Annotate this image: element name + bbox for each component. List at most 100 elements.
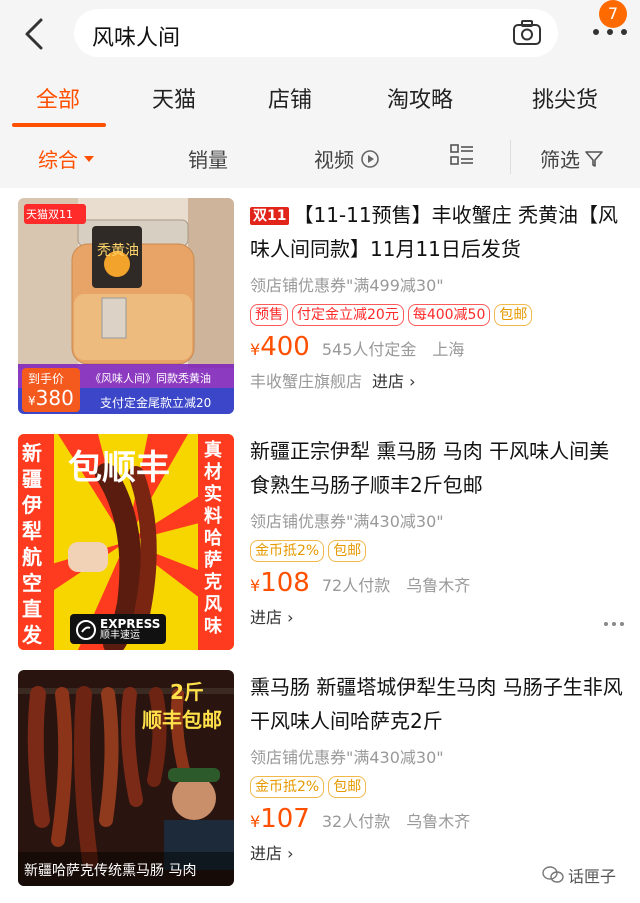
product-title-text: 【11-11预售】丰收蟹庄 秃黄油【风味人间同款】11月11日后发货 [250,203,618,261]
sf-express-logo-icon [76,620,96,640]
promo-right-text: 真材实料哈萨克风味 [204,440,222,637]
enter-store-link[interactable]: 进店 › [372,368,416,392]
list-layout-icon [450,144,473,165]
list-item[interactable]: 天猫双11 秃黄油 《风味人间》同款秃黄油 到手价 ¥ 380 支付定金尾款立减… [0,188,640,423]
currency-symbol: ¥ [250,340,261,359]
chevron-left-icon [25,18,43,50]
store-coupon[interactable]: 领店铺优惠券"满499减30" [250,272,626,296]
enter-store-link[interactable]: 进店 › [250,840,294,864]
list-item[interactable]: 2斤 顺丰包邮 新疆哈萨克传统熏马肠 马肉 熏马肠 新疆塔城伊犁生马肉 马肠子生… [0,660,640,895]
active-tab-indicator [12,123,106,127]
product-list: 天猫双11 秃黄油 《风味人间》同款秃黄油 到手价 ¥ 380 支付定金尾款立减… [0,188,640,903]
watermark-text: 话匣子 [568,867,617,886]
enter-store-label: 进店 [372,372,405,391]
back-button[interactable] [14,14,54,54]
sort-video[interactable]: 视频 [314,144,380,173]
product-image[interactable]: 天猫双11 秃黄油 《风味人间》同款秃黄油 到手价 ¥ 380 支付定金尾款立减… [18,198,234,414]
list-item[interactable]: 包顺丰 新疆伊犁航空直发 真材实料哈萨克风味 EXPRESS 顺丰速运 新疆正宗… [0,424,640,659]
watermark: 话匣子 [542,862,638,888]
sort-video-label: 视频 [314,148,354,172]
tag-free-shipping: 包邮 [328,776,367,798]
top-bar: 风味人间 7 全部 天猫 店铺 淘攻略 挑尖货 综合 销量 视频 筛选 [0,0,640,188]
promo-headline: 包顺丰 [68,448,170,488]
category-tabs: 全部 天猫 店铺 淘攻略 挑尖货 [0,72,640,130]
tmall-double11-corner: 天猫双11 [26,208,73,221]
promo-shipping: 顺丰包邮 [142,708,222,732]
divider [510,140,511,174]
product-info: 双11 【11-11预售】丰收蟹庄 秃黄油【风味人间同款】11月11日后发货 领店… [250,198,626,392]
shop-name[interactable]: 丰收蟹庄旗舰店 [250,368,362,392]
express-label: EXPRESS [100,617,161,631]
tag-free-shipping: 包邮 [328,540,367,562]
product-title[interactable]: 双11 【11-11预售】丰收蟹庄 秃黄油【风味人间同款】11月11日后发货 [250,198,626,266]
currency-symbol: ¥ [28,394,36,408]
product-title[interactable]: 新疆正宗伊犁 熏马肠 马肉 干风味人间美食熟生马肠子顺丰2斤包邮 [250,434,626,502]
location: 乌鲁木齐 [406,576,471,595]
store-coupon[interactable]: 领店铺优惠券"满430减30" [250,508,626,532]
tag-coin-deduct: 金币抵2% [250,776,325,798]
double11-badge: 双11 [250,207,290,225]
search-bar[interactable]: 风味人间 [74,9,558,57]
camera-icon[interactable] [512,19,542,47]
filter-label: 筛选 [540,148,580,172]
product-info: 熏马肠 新疆塔城伊犁生马肉 马肠子生非风干风味人间哈萨克2斤 领店铺优惠券"满4… [250,670,626,864]
jar-label: 秃黄油 [97,243,139,259]
tag-spend-discount: 每400减50 [407,304,491,326]
thumb-caption: 《风味人间》同款秃黄油 [90,372,211,385]
play-circle-icon [361,149,379,168]
location: 上海 [432,340,465,359]
thumb-bottom-note: 支付定金尾款立减20 [100,396,212,410]
sort-comprehensive-label: 综合 [38,148,78,172]
tab-all[interactable]: 全部 [36,82,80,114]
sales-count: 72人付款 [321,576,391,595]
tag-presale: 预售 [250,304,288,326]
enter-store-link[interactable]: 进店 › [250,604,294,628]
deposit-label: 到手价 [28,372,65,386]
promo-tags: 金币抵2% 包邮 [250,776,626,798]
enter-store-label: 进店 [250,844,283,863]
sort-sales[interactable]: 销量 [188,144,228,173]
sales-count: 545人付定金 [321,340,417,359]
tab-stores[interactable]: 店铺 [268,82,312,114]
shop-line: 进店 › [250,604,626,628]
store-coupon[interactable]: 领店铺优惠券"满430减30" [250,744,626,768]
promo-weight: 2斤 [170,680,204,704]
promo-left-text: 新疆伊犁航空直发 [22,441,42,647]
more-dots-icon [593,29,599,35]
more-options-icon[interactable] [604,622,624,628]
currency-symbol: ¥ [250,576,261,595]
thumb-caption: 新疆哈萨克传统熏马肠 马肉 [24,863,197,879]
search-input[interactable]: 风味人间 [92,20,180,52]
product-image[interactable]: 包顺丰 新疆伊犁航空直发 真材实料哈萨克风味 EXPRESS 顺丰速运 [18,434,234,650]
price: 108 [260,568,310,598]
product-image[interactable]: 2斤 顺丰包邮 新疆哈萨克传统熏马肠 马肉 [18,670,234,886]
price: 107 [260,804,310,834]
deposit-price: 380 [35,386,74,410]
dropdown-arrow-icon [84,155,94,162]
price-line: ¥ 108 72人付款 乌鲁木齐 [250,568,626,598]
price-line: ¥ 107 32人付款 乌鲁木齐 [250,804,626,834]
layout-toggle[interactable] [450,144,474,166]
tag-free-shipping: 包邮 [494,304,533,326]
shop-line: 进店 › [250,840,626,864]
tab-tmall[interactable]: 天猫 [152,82,196,114]
price: 400 [260,332,310,362]
wechat-icon [542,866,564,883]
express-cn-label: 顺丰速运 [100,630,140,641]
promo-tags: 金币抵2% 包邮 [250,540,626,562]
notification-badge: 7 [599,0,627,28]
sort-comprehensive[interactable]: 综合 [38,144,94,173]
shop-line: 丰收蟹庄旗舰店 进店 › [250,368,626,392]
product-title[interactable]: 熏马肠 新疆塔城伊犁生马肉 马肠子生非风干风味人间哈萨克2斤 [250,670,626,738]
enter-store-label: 进店 [250,608,283,627]
promo-tags: 预售 付定金立减20元 每400减50 包邮 [250,304,626,326]
tab-premium[interactable]: 挑尖货 [532,82,598,114]
sort-sales-label: 销量 [188,148,228,172]
sales-count: 32人付款 [321,812,391,831]
filter-funnel-icon [585,150,603,167]
tag-coin-deduct: 金币抵2% [250,540,325,562]
location: 乌鲁木齐 [406,812,471,831]
filter-button[interactable]: 筛选 [540,144,604,173]
tab-guides[interactable]: 淘攻略 [387,82,453,114]
price-line: ¥ 400 545人付定金 上海 [250,332,626,362]
